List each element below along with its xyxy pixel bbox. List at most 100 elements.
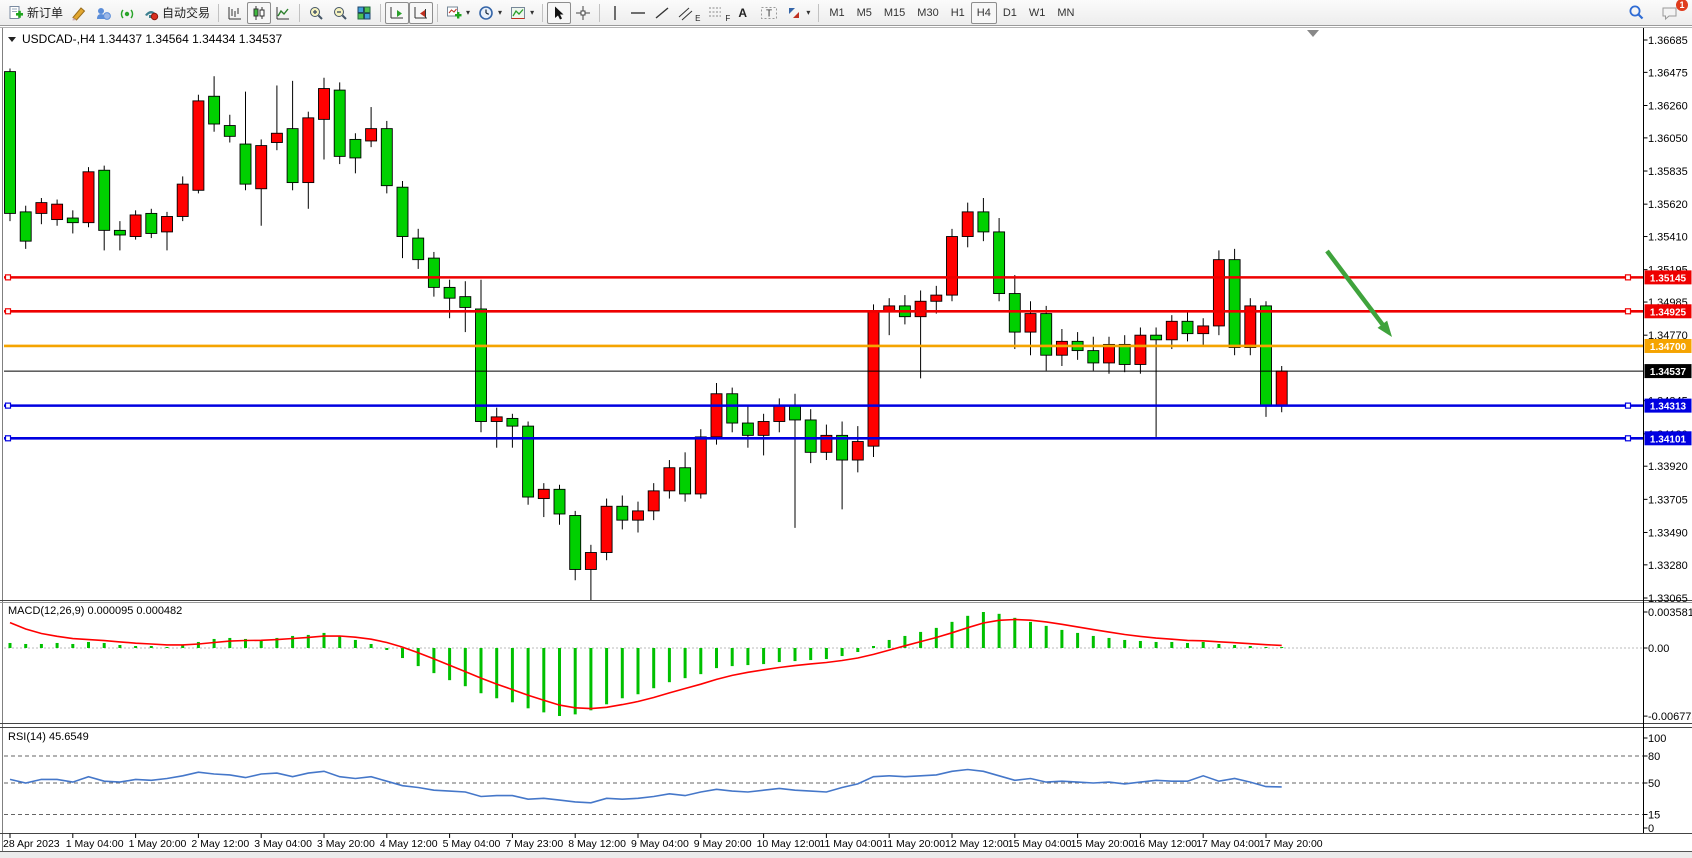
svg-text:12 May 12:00: 12 May 12:00 — [945, 838, 1009, 850]
svg-text:1 May 20:00: 1 May 20:00 — [129, 838, 187, 850]
svg-text:50: 50 — [1648, 778, 1660, 790]
vertical-line-icon — [608, 5, 622, 21]
horizontal-line-button[interactable] — [626, 2, 650, 24]
search-icon — [1628, 4, 1645, 21]
fibonacci-sub-letter: F — [725, 14, 730, 23]
svg-text:0.003581: 0.003581 — [1648, 607, 1692, 619]
text-tool-button[interactable]: A — [734, 2, 756, 24]
equidistant-channel-button[interactable]: E — [674, 2, 704, 24]
arrows-dropdown-arrow: ▾ — [806, 8, 810, 17]
svg-text:9 May 20:00: 9 May 20:00 — [694, 838, 752, 850]
svg-text:MACD(12,26,9) 0.000095 0.00048: MACD(12,26,9) 0.000095 0.000482 — [8, 605, 182, 617]
bar-chart-button[interactable] — [223, 2, 247, 24]
fibonacci-button[interactable]: F — [704, 2, 734, 24]
svg-text:-0.006775: -0.006775 — [1648, 711, 1692, 723]
svg-text:1.33490: 1.33490 — [1648, 527, 1688, 539]
metaeditor-icon — [71, 5, 87, 21]
vertical-line-button[interactable] — [604, 2, 626, 24]
svg-text:1.36475: 1.36475 — [1648, 67, 1688, 79]
svg-text:1.35145: 1.35145 — [1650, 273, 1687, 284]
cursor-arrow-icon — [551, 5, 567, 21]
cursor-button[interactable] — [547, 2, 571, 24]
timeframe-button-m5[interactable]: M5 — [851, 2, 878, 24]
svg-text:1.36685: 1.36685 — [1648, 35, 1688, 47]
notifications-button[interactable]: 1 — [1657, 2, 1682, 24]
timeframe-button-m30[interactable]: M30 — [911, 2, 944, 24]
timeframe-button-w1[interactable]: W1 — [1023, 2, 1052, 24]
new-order-icon — [8, 5, 24, 21]
templates-icon — [510, 5, 526, 21]
channel-sub-letter: E — [695, 14, 700, 23]
chart-title: USDCAD-,H4 1.34437 1.34564 1.34434 1.345… — [8, 32, 283, 46]
zoom-group — [304, 1, 376, 25]
timeframe-button-h1[interactable]: H1 — [945, 2, 971, 24]
line-chart-icon — [275, 5, 291, 21]
new-order-button[interactable]: 新订单 — [4, 2, 67, 24]
candlestick-chart-button[interactable] — [247, 2, 271, 24]
indicators-button[interactable]: ▾ — [442, 2, 474, 24]
market-icon — [95, 5, 111, 21]
zoom-in-button[interactable] — [304, 2, 328, 24]
search-button[interactable] — [1624, 2, 1649, 24]
zoom-out-button[interactable] — [328, 2, 352, 24]
svg-text:1.35410: 1.35410 — [1648, 232, 1688, 244]
svg-text:1.34313: 1.34313 — [1650, 402, 1687, 413]
svg-text:4 May 12:00: 4 May 12:00 — [380, 838, 438, 850]
chart-area[interactable]: MACD(12,26,9) 0.000095 0.000482RSI(14) 4… — [0, 0, 1692, 858]
timeframe-button-mn[interactable]: MN — [1051, 2, 1080, 24]
arrows-tool-icon — [786, 5, 802, 21]
svg-text:5 May 04:00: 5 May 04:00 — [443, 838, 501, 850]
svg-text:USDCAD-,H4 1.34437 1.34564 1.: USDCAD-,H4 1.34437 1.34564 1.34434 1.345… — [22, 32, 283, 46]
indicators-dropdown-arrow: ▾ — [466, 8, 470, 17]
text-tool-icon: A — [738, 6, 747, 20]
signals-button[interactable] — [115, 2, 139, 24]
clock-icon — [478, 5, 494, 21]
timeframe-button-m1[interactable]: M1 — [823, 2, 850, 24]
templates-dropdown-arrow: ▾ — [530, 8, 534, 17]
svg-text:2 May 12:00: 2 May 12:00 — [191, 838, 249, 850]
auto-scroll-button[interactable] — [385, 2, 409, 24]
scroll-group — [385, 1, 433, 25]
svg-text:15: 15 — [1648, 810, 1660, 822]
svg-text:11 May 04:00: 11 May 04:00 — [819, 838, 882, 850]
svg-text:1.33065: 1.33065 — [1648, 593, 1688, 605]
svg-text:15 May 20:00: 15 May 20:00 — [1071, 838, 1135, 850]
svg-text:0.00: 0.00 — [1648, 643, 1669, 655]
crosshair-button[interactable] — [571, 2, 595, 24]
timeframe-button-m15[interactable]: M15 — [878, 2, 911, 24]
svg-text:100: 100 — [1648, 733, 1666, 745]
svg-text:8 May 12:00: 8 May 12:00 — [568, 838, 626, 850]
periods-button[interactable]: ▾ — [474, 2, 506, 24]
horizontal-line-icon — [630, 5, 646, 21]
svg-text:80: 80 — [1648, 751, 1660, 763]
text-label-icon: T — [760, 5, 778, 21]
toolbar-right: 1 — [1624, 2, 1688, 24]
svg-text:1.34101: 1.34101 — [1650, 434, 1687, 445]
line-chart-button[interactable] — [271, 2, 295, 24]
metaeditor-button[interactable] — [67, 2, 91, 24]
toolbar: 新订单 自动交易 — [0, 0, 1692, 26]
timeframe-button-h4[interactable]: H4 — [971, 2, 997, 24]
tile-windows-button[interactable] — [352, 2, 376, 24]
svg-text:28 Apr 2023: 28 Apr 2023 — [3, 838, 60, 850]
svg-text:1.34700: 1.34700 — [1650, 342, 1687, 353]
svg-text:17 May 04:00: 17 May 04:00 — [1196, 838, 1260, 850]
text-label-button[interactable]: T — [756, 2, 782, 24]
autotrading-button[interactable]: 自动交易 — [139, 2, 214, 24]
market-button[interactable] — [91, 2, 115, 24]
notification-badge: 1 — [1676, 0, 1688, 11]
indicators-icon — [446, 5, 462, 21]
svg-text:11 May 20:00: 11 May 20:00 — [882, 838, 945, 850]
chart-shift-button[interactable] — [409, 2, 433, 24]
svg-text:1.34537: 1.34537 — [1650, 367, 1687, 378]
svg-text:3 May 20:00: 3 May 20:00 — [317, 838, 375, 850]
auto-scroll-icon — [389, 5, 405, 21]
zoom-out-icon — [332, 5, 348, 21]
templates-button[interactable]: ▾ — [506, 2, 538, 24]
arrows-tool-button[interactable]: ▾ — [782, 2, 814, 24]
autotrading-icon — [143, 5, 159, 21]
trendline-button[interactable] — [650, 2, 674, 24]
svg-text:3 May 04:00: 3 May 04:00 — [254, 838, 312, 850]
timeframe-button-d1[interactable]: D1 — [997, 2, 1023, 24]
trendline-icon — [654, 5, 670, 21]
